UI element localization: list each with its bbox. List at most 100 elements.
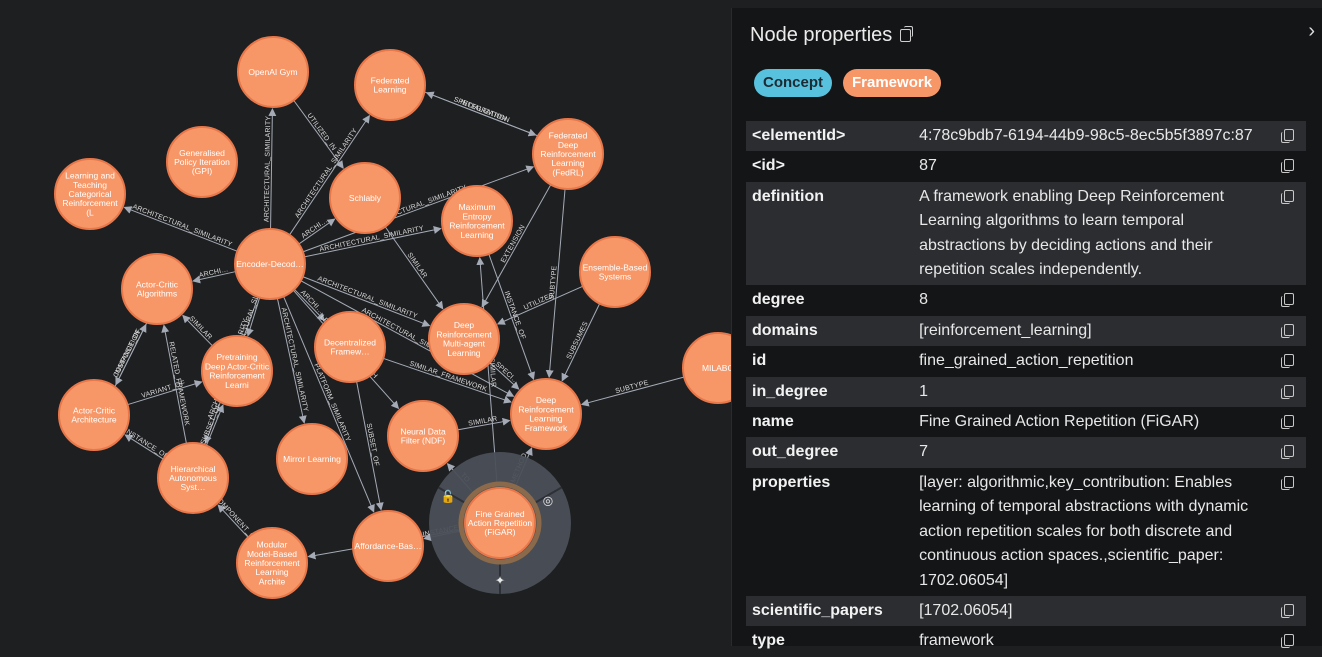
edge-label: SUBSET_OF: [365, 423, 380, 467]
copy-cell: [1274, 151, 1306, 181]
panel-title: Node properties: [750, 24, 914, 47]
edge-label: COMPOSITION: [113, 329, 143, 379]
relationship-edge[interactable]: SIMILAR: [457, 416, 511, 431]
copy-value-icon[interactable]: [1281, 475, 1295, 490]
copy-cell: [1274, 315, 1306, 347]
graph-node-milabo[interactable]: MILABO: [682, 332, 731, 404]
graph-node-drlfw[interactable]: DeepReinforcementLearningFramework: [510, 378, 582, 450]
property-row: type framework: [746, 626, 1306, 656]
property-row: degree 8: [746, 285, 1306, 315]
property-value: framework: [919, 632, 994, 650]
copy-value-icon[interactable]: [1281, 189, 1295, 204]
property-key: type: [752, 632, 785, 650]
node-label: (FiGAR): [484, 527, 515, 537]
node-label: OpenAI Gym: [248, 67, 297, 77]
graph-node-ensemble[interactable]: Ensemble-BasedSystems: [579, 236, 651, 308]
copy-value-icon[interactable]: [1281, 603, 1295, 618]
relationship-edge[interactable]: ARCHI…: [192, 266, 236, 284]
hide-icon[interactable]: ◎: [543, 494, 553, 508]
property-row: in_degree 1: [746, 376, 1306, 408]
node-label: (FedRL): [552, 167, 583, 177]
graph-node-gpi[interactable]: GeneralisedPolicy Iteration(GPI): [166, 126, 238, 198]
copy-cell: [1274, 626, 1306, 656]
edge-label: SIMILAR: [405, 252, 428, 280]
expand-icon[interactable]: ✦: [495, 574, 505, 588]
relationship-edge[interactable]: SUBSET_OF: [356, 381, 384, 511]
relationship-edge[interactable]: ARCHITECTURAL_SIMILARITY: [123, 204, 238, 252]
relationship-edge[interactable]: INTEGRATION: [425, 91, 538, 137]
unlock-icon[interactable]: 🔓: [441, 490, 456, 504]
graph-node-acarch[interactable]: Actor-CriticArchitecture: [58, 379, 130, 451]
relationship-edge[interactable]: VARIANT_OF: [127, 380, 203, 406]
graph-node-pretrain[interactable]: PretrainingDeep Actor-CriticReinforcemen…: [201, 335, 273, 407]
collapse-panel-icon[interactable]: ›: [1308, 20, 1315, 43]
edge-label: SPECI…: [493, 361, 519, 386]
graph-node-modular[interactable]: ModularModel-BasedReinforcementLearningA…: [236, 527, 308, 599]
label-chip-concept[interactable]: Concept: [754, 69, 832, 97]
property-key: <id>: [752, 157, 785, 175]
copy-value-icon[interactable]: [1281, 415, 1295, 430]
property-row: scientific_papers [1702.06054]: [746, 595, 1306, 627]
copy-value-icon[interactable]: [1281, 129, 1295, 143]
property-key: degree: [752, 291, 805, 309]
graph-canvas[interactable]: SPECIALIZATION INTEGRATION ARCHITECTURAL_S…: [0, 0, 731, 646]
property-key: in_degree: [746, 376, 914, 408]
graph-node-decfw[interactable]: DecentralizedFramew…: [314, 311, 386, 383]
graph-node-drlma[interactable]: DeepReinforcementMulti-agentLearning: [428, 303, 500, 375]
graph-node-afford[interactable]: Affordance-Bas…: [352, 510, 424, 582]
relationship-edge[interactable]: SIMILAR: [384, 226, 444, 310]
property-row: <elementId> 4:78c9bdb7-6194-44b9-98c5-8ec…: [746, 121, 1306, 152]
copy-value-icon[interactable]: [1281, 445, 1295, 460]
properties-table: <elementId> 4:78c9bdb7-6194-44b9-98c5-8ec…: [746, 121, 1306, 657]
property-value: Fine Grained Action Repetition (FiGAR): [919, 413, 1200, 431]
relationship-edge[interactable]: ARCHITECTURAL_SIMILARITY: [264, 107, 277, 230]
edge-label: SIMILAR: [468, 416, 498, 428]
relationship-edge[interactable]: INSTANCE_OF: [123, 428, 170, 461]
graph-node-fedl[interactable]: FederatedLearning: [354, 49, 426, 121]
edge-label: SUBSUMES: [566, 321, 590, 361]
copy-value-icon[interactable]: [1281, 354, 1295, 369]
relationship-edge[interactable]: COMPOSITION: [113, 323, 147, 387]
property-row: out_degree 7: [746, 437, 1306, 468]
property-value: [layer: algorithmic,key_contribution: En…: [919, 473, 1249, 589]
copy-value-icon[interactable]: [1281, 323, 1295, 338]
node-label: Learning: [447, 348, 480, 358]
edge-label: INTEGRATION: [459, 99, 508, 123]
graph-node-fedrl[interactable]: FederatedDeepReinforcementLearning(FedRL…: [532, 118, 604, 190]
graph-node-schlably[interactable]: Schlably: [329, 162, 401, 234]
relationship-edge[interactable]: SIMILAR: [182, 314, 213, 347]
label-chip-framework[interactable]: Framework: [843, 69, 942, 97]
property-row: domains [reinforcement_learning]: [746, 315, 1306, 347]
copy-value-icon[interactable]: [1281, 634, 1295, 649]
node-label: Systems: [599, 272, 632, 282]
node-label: Archite: [259, 576, 286, 586]
copy-value-icon[interactable]: [1281, 384, 1295, 399]
graph-svg[interactable]: SPECIALIZATIONINTEGRATIONARCHITECTURAL_S…: [0, 0, 731, 646]
edge-label: SUBTYPE: [615, 380, 650, 396]
relationship-edge[interactable]: SUBSUMES: [561, 303, 601, 382]
edge-label: UTILIZED_IN: [305, 112, 337, 152]
graph-node-ndf[interactable]: Neural DataFilter (NDF): [387, 400, 459, 472]
graph-node-encdec[interactable]: Encoder-Decod…: [234, 228, 306, 300]
graph-node-hier[interactable]: HierarchicalAutonomousSyst…: [157, 442, 229, 514]
copy-icon[interactable]: [900, 26, 914, 43]
relationship-edge[interactable]: ARCHI…: [298, 217, 336, 245]
graph-node-figar[interactable]: 🔓 ◎✦Fine GrainedAction Repetition(FiGAR): [429, 452, 571, 594]
copy-cell: [1274, 437, 1306, 468]
copy-cell: [1274, 346, 1306, 376]
relationship-edge[interactable]: ARCHITECTURAL_SIMILARITY: [276, 298, 309, 424]
property-key: definition: [746, 181, 914, 286]
copy-value-icon[interactable]: [1281, 293, 1295, 308]
graph-node-acalg[interactable]: Actor-CriticAlgorithms: [121, 253, 193, 325]
graph-node-ltcr[interactable]: Learning andTeachingCategoricalReinforce…: [54, 158, 126, 230]
copy-value-icon[interactable]: [1281, 159, 1295, 174]
edge-label: INSTANCE_OF: [123, 428, 170, 461]
graph-node-openai[interactable]: OpenAI Gym: [237, 36, 309, 108]
copy-cell: [1274, 121, 1306, 152]
edge-label: ARCHI…: [300, 217, 329, 240]
node-label: Schlably: [349, 193, 382, 203]
relationship-edge[interactable]: SUBTYPE: [580, 376, 685, 407]
graph-node-mirror[interactable]: Mirror Learning: [276, 423, 348, 495]
relationship-edge[interactable]: SUBTYPE: [545, 188, 566, 379]
graph-node-maxent[interactable]: MaximumEntropyReinforcementLearning: [441, 185, 513, 257]
